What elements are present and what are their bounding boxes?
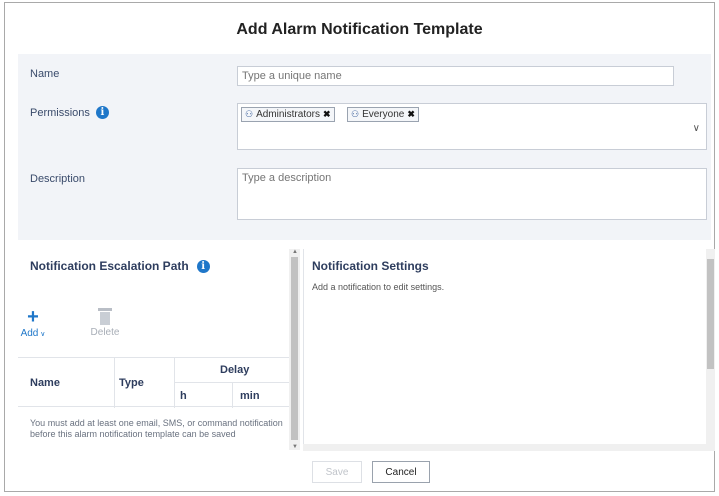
remove-chip-icon[interactable]: ✖ bbox=[323, 109, 331, 120]
escalation-warning: You must add at least one email, SMS, or… bbox=[30, 418, 283, 439]
description-input[interactable] bbox=[237, 168, 707, 220]
plus-icon: + bbox=[27, 306, 39, 328]
save-button[interactable]: Save bbox=[312, 461, 362, 483]
add-label: Add ∨ bbox=[20, 328, 46, 339]
permissions-label-text: Permissions bbox=[30, 106, 90, 119]
permission-chip-administrators: ⚇ Administrators ✖ bbox=[241, 107, 335, 122]
settings-horizontal-scrollbar[interactable] bbox=[303, 444, 715, 451]
column-hours[interactable]: h bbox=[180, 390, 187, 402]
group-icon: ⚇ bbox=[351, 109, 360, 119]
scroll-down-icon[interactable]: ▼ bbox=[292, 444, 298, 450]
delete-notification-button[interactable]: Delete bbox=[88, 308, 122, 338]
trash-icon bbox=[98, 308, 112, 325]
scrollbar-thumb[interactable] bbox=[707, 259, 714, 369]
name-input[interactable] bbox=[237, 66, 674, 86]
description-label: Description bbox=[30, 173, 85, 185]
column-type[interactable]: Type bbox=[119, 377, 144, 389]
column-minutes[interactable]: min bbox=[240, 390, 260, 402]
chevron-down-icon[interactable]: ∨ bbox=[693, 123, 700, 134]
escalation-grid-header: Name Type Delay h min bbox=[18, 357, 289, 408]
remove-chip-icon[interactable]: ✖ bbox=[407, 109, 415, 120]
scroll-up-icon[interactable]: ▲ bbox=[292, 249, 298, 255]
chip-label: Everyone bbox=[362, 109, 405, 120]
cancel-button[interactable]: Cancel bbox=[372, 461, 430, 483]
permission-chip-everyone: ⚇ Everyone ✖ bbox=[347, 107, 419, 122]
name-label-text: Name bbox=[30, 68, 60, 80]
permissions-label: Permissions i bbox=[30, 106, 109, 119]
escalation-scrollbar[interactable]: ▲ ▼ bbox=[289, 249, 300, 450]
escalation-title-text: Notification Escalation Path bbox=[30, 259, 189, 273]
escalation-title: Notification Escalation Path i bbox=[30, 259, 210, 273]
permissions-info-icon[interactable]: i bbox=[95, 106, 109, 119]
name-label: Name bbox=[30, 68, 59, 80]
escalation-info-icon[interactable]: i bbox=[196, 259, 210, 273]
description-label-text: Description bbox=[30, 173, 86, 185]
dialog-title: Add Alarm Notification Template bbox=[236, 21, 483, 38]
column-delay: Delay bbox=[220, 364, 250, 376]
chevron-down-icon: ∨ bbox=[38, 331, 46, 338]
template-form: Name Permissions i ⚇ Administrators ✖ ⚇ … bbox=[18, 54, 711, 240]
group-icon: ⚇ bbox=[245, 109, 254, 119]
chip-label: Administrators bbox=[256, 109, 320, 120]
column-name[interactable]: Name bbox=[30, 377, 60, 389]
scrollbar-thumb[interactable] bbox=[291, 257, 298, 440]
settings-title: Notification Settings bbox=[312, 259, 429, 273]
delete-label: Delete bbox=[90, 327, 120, 338]
add-notification-button[interactable]: + Add ∨ bbox=[18, 306, 48, 339]
settings-vertical-scrollbar[interactable] bbox=[706, 249, 715, 444]
settings-hint: Add a notification to edit settings. bbox=[312, 282, 445, 292]
settings-panel bbox=[303, 249, 706, 444]
permissions-select[interactable]: ⚇ Administrators ✖ ⚇ Everyone ✖ ∨ bbox=[237, 103, 707, 150]
